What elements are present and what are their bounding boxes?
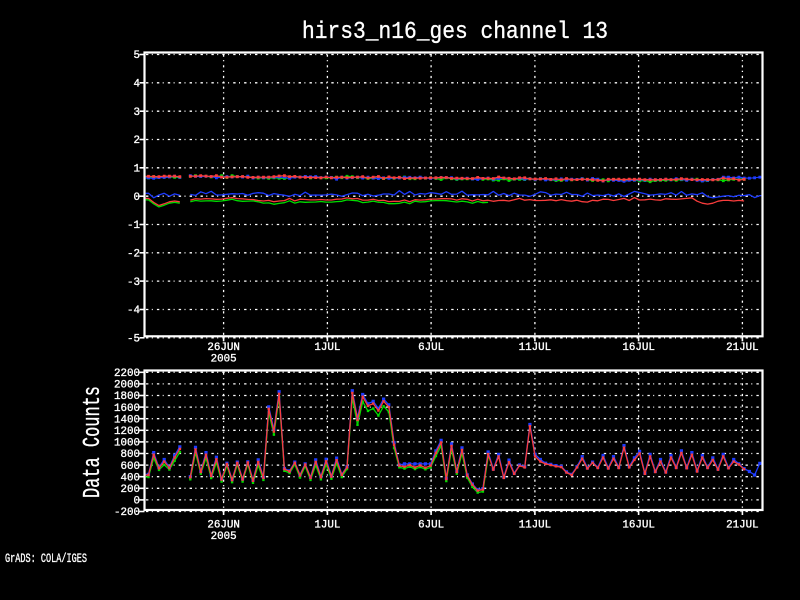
svg-text:16JUL: 16JUL [622,519,655,531]
svg-text:1JUL: 1JUL [314,519,340,531]
svg-text:1000: 1000 [114,438,140,450]
svg-text:1200: 1200 [114,426,140,438]
svg-text:2: 2 [134,135,141,147]
svg-text:1JUL: 1JUL [314,342,340,354]
svg-text:-2: -2 [127,249,140,261]
svg-text:0: 0 [134,496,141,508]
svg-text:11JUL: 11JUL [519,519,552,531]
svg-text:5: 5 [134,50,141,62]
svg-text:hirs3_n16_ges channel 13: hirs3_n16_ges channel 13 [302,19,608,46]
svg-text:11JUL: 11JUL [519,342,552,354]
svg-text:-4: -4 [127,305,140,317]
svg-text:200: 200 [121,484,141,496]
svg-text:6JUL: 6JUL [418,342,444,354]
svg-text:1600: 1600 [114,403,140,415]
svg-text:600: 600 [121,461,141,473]
svg-text:2000: 2000 [114,380,140,392]
svg-text:800: 800 [121,449,141,461]
svg-text:1: 1 [134,164,141,176]
svg-text:3: 3 [134,107,141,119]
svg-text:-5: -5 [127,334,140,346]
svg-text:0: 0 [134,192,141,204]
svg-text:400: 400 [121,472,141,484]
svg-text:-3: -3 [127,277,140,289]
svg-text:21JUL: 21JUL [726,519,759,531]
svg-text:2005: 2005 [211,353,237,365]
svg-text:26JUN: 26JUN [207,519,240,531]
svg-text:2200: 2200 [114,368,140,380]
svg-text:1800: 1800 [114,391,140,403]
svg-text:-200: -200 [114,507,140,519]
svg-text:Data Counts: Data Counts [80,386,107,498]
svg-text:GrADS: COLA/IGES: GrADS: COLA/IGES [5,552,87,566]
svg-text:-1: -1 [127,220,140,232]
svg-text:1400: 1400 [114,414,140,426]
svg-text:4: 4 [134,79,141,91]
svg-text:6JUL: 6JUL [418,519,444,531]
svg-text:16JUL: 16JUL [622,342,655,354]
svg-text:21JUL: 21JUL [726,342,759,354]
svg-text:2005: 2005 [211,531,237,543]
